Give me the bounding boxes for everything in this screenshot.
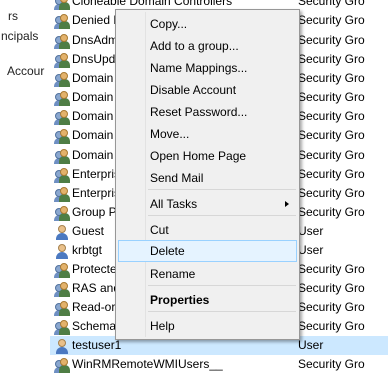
group-icon [54,186,70,202]
row-name: Cloneable Domain Controllers [72,0,233,8]
menu-item-move[interactable]: Move... [118,123,297,145]
row-name: Guest [72,224,105,238]
menu-separator [148,189,296,190]
console-tree-pane[interactable]: rs ncipals Accour [0,0,50,379]
menu-item-label: Cut [150,223,169,237]
row-name: Domain [72,148,114,162]
tree-item-fragment[interactable]: ncipals [1,29,38,43]
menu-item-label: Delete [150,244,185,258]
row-type: Security Gro [298,205,365,219]
row-name: Protecte [72,262,117,276]
menu-separator [148,215,296,216]
tree-item-fragment[interactable]: rs [8,9,18,23]
group-icon [54,281,70,297]
menu-item-disable-account[interactable]: Disable Account [118,79,297,101]
group-icon [54,71,70,87]
row-type: Security Gro [298,357,365,371]
group-icon [54,109,70,125]
group-icon [54,167,70,183]
row-type: Security Gro [298,71,365,85]
row-name: RAS and [72,281,121,295]
group-icon [54,33,70,49]
menu-item-delete[interactable]: Delete [118,240,297,262]
menu-item-label: Copy... [150,17,188,31]
row-type: Security Gro [298,300,365,314]
row-name: Enterpris [72,186,121,200]
row-name: Enterpris [72,167,121,181]
row-name: Read-or [72,300,116,314]
menu-item-copy[interactable]: Copy... [118,13,297,35]
row-type: Security Gro [298,281,365,295]
menu-item-name-mappings[interactable]: Name Mappings... [118,57,297,79]
menu-item-label: Disable Account [150,83,237,97]
menu-separator [148,311,296,312]
row-type: Security Gro [298,13,365,27]
menu-item-label: Name Mappings... [150,61,248,75]
group-icon [54,205,70,221]
user-icon [54,224,70,240]
row-name: WinRMRemoteWMIUsers__ [72,357,223,371]
row-type: User [298,338,324,352]
menu-item-properties[interactable]: Properties [118,289,297,311]
row-type: Security Gro [298,167,365,181]
row-type: Security Gro [298,186,365,200]
row-type: User [298,224,324,238]
group-icon [54,13,70,29]
group-icon [54,148,70,164]
menu-item-label: Move... [150,127,190,141]
group-icon [54,52,70,68]
row-name: Domain [72,128,114,142]
menu-item-label: Add to a group... [150,39,239,53]
row-type: Security Gro [298,109,365,123]
submenu-arrow-icon [285,201,289,207]
row-type: Security Gro [298,128,365,142]
row-type: Security Gro [298,319,365,333]
group-icon [54,90,70,106]
context-menu: Copy... Add to a group... Name Mappings...… [115,9,300,340]
menu-item-label: Properties [150,293,210,307]
row-type: Security Gro [298,33,365,47]
row-name: Schema [72,319,117,333]
table-row[interactable]: WinRMRemoteWMIUsers__ Security Gro [50,355,388,374]
row-name: krbtgt [72,243,103,257]
row-type: Security Gro [298,262,365,276]
menu-item-rename[interactable]: Rename [118,263,297,285]
menu-item-label: Rename [150,267,196,281]
menu-item-label: All Tasks [150,197,198,211]
group-icon [54,128,70,144]
menu-item-label: Open Home Page [150,149,247,163]
menu-item-open-home-page[interactable]: Open Home Page [118,145,297,167]
menu-item-label: Send Mail [150,171,204,185]
row-type: Security Gro [298,148,365,162]
row-name: DnsUpd [72,52,116,66]
row-type: User [298,243,324,257]
tree-item-fragment[interactable]: Accour [7,64,44,78]
row-name: Domain [72,109,114,123]
user-icon [54,243,70,259]
menu-item-cut[interactable]: Cut [118,219,297,241]
user-icon [54,338,70,354]
row-name: Group P [72,205,117,219]
menu-item-all-tasks[interactable]: All Tasks [118,193,297,215]
row-type: Security Gro [298,90,365,104]
menu-separator [148,285,296,286]
menu-item-send-mail[interactable]: Send Mail [118,167,297,189]
menu-item-help[interactable]: Help [118,315,297,337]
menu-item-reset-password[interactable]: Reset Password... [118,101,297,123]
group-icon [54,357,70,373]
menu-item-label: Help [150,319,175,333]
group-icon [54,319,70,335]
group-icon [54,262,70,278]
row-type: Security Gro [298,52,365,66]
group-icon [54,300,70,316]
row-name: Domain [72,71,114,85]
menu-item-label: Reset Password... [150,105,248,119]
row-type: Security Gro [298,0,365,8]
row-name: Domain [72,90,114,104]
group-icon [54,0,70,10]
row-name: testuser1 [72,338,122,352]
menu-item-add-to-group[interactable]: Add to a group... [118,35,297,57]
row-name: DnsAdmi [72,33,121,47]
